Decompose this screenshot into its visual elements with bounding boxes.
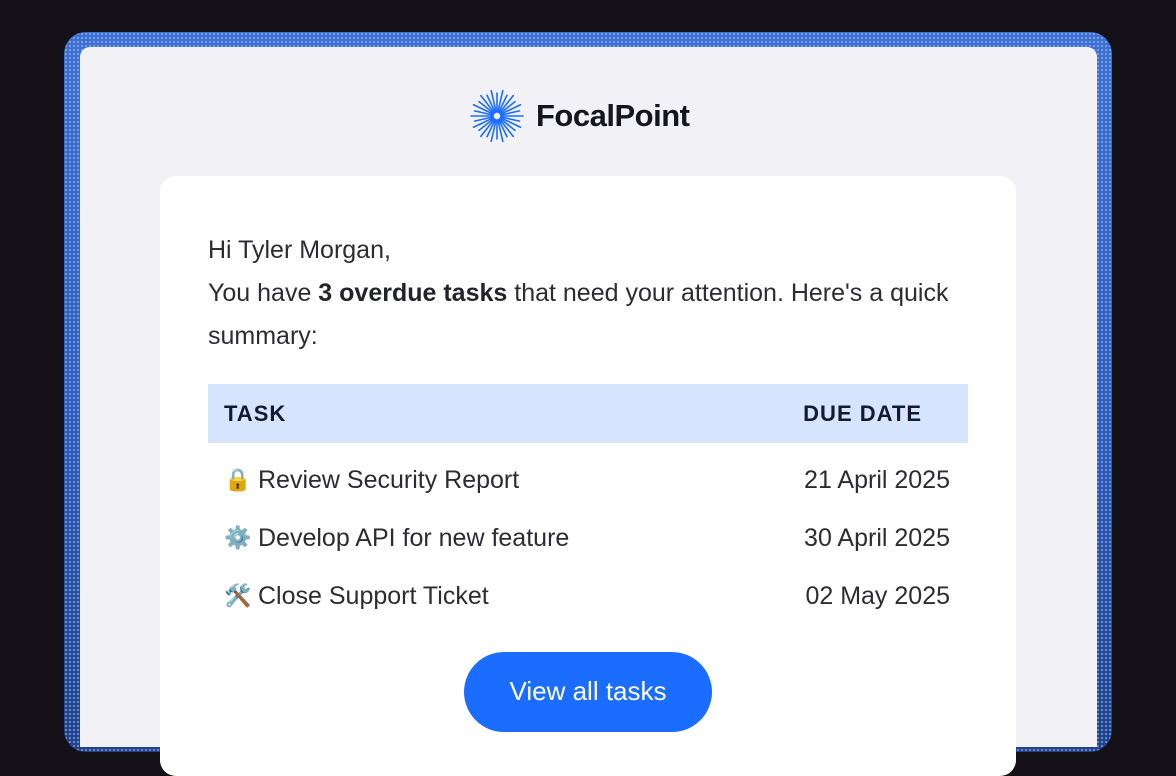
task-cell: 🔒 Review Security Report (224, 466, 519, 495)
table-row: ⚙️ Develop API for new feature 30 April 20… (208, 509, 968, 567)
due-date: 30 April 2025 (804, 523, 950, 552)
message-prefix: You have (208, 279, 319, 307)
overdue-count: 3 overdue tasks (318, 279, 508, 307)
table-row: 🛠️ Close Support Ticket 02 May 2025 (208, 567, 968, 625)
task-name: Develop API for new feature (258, 523, 570, 552)
overdue-message: You have 3 overdue tasks that need your … (208, 272, 978, 358)
task-name: Review Security Report (258, 465, 520, 494)
tools-icon: 🛠️ (224, 583, 252, 608)
due-date-column-header: DUE DATE (803, 400, 922, 426)
table-row: 🔒 Review Security Report 21 April 2025 (208, 451, 968, 509)
gear-icon: ⚙️ (224, 525, 252, 550)
brand-name: FocalPoint (536, 98, 690, 133)
starburst-icon (470, 89, 524, 143)
due-date: 02 May 2025 (805, 581, 950, 610)
task-cell: 🛠️ Close Support Ticket (224, 582, 489, 611)
due-date: 21 April 2025 (804, 465, 950, 494)
task-name: Close Support Ticket (258, 581, 489, 610)
task-cell: ⚙️ Develop API for new feature (224, 524, 569, 553)
lock-icon: 🔒 (224, 467, 252, 492)
task-column-header: TASK (224, 400, 287, 426)
tasks-table: TASK DUE DATE 🔒 Review Security Report 21 … (208, 384, 968, 625)
brand-header: FocalPoint (470, 88, 690, 144)
email-card: Hi Tyler Morgan, You have 3 overdue task… (160, 176, 1016, 776)
table-header: TASK DUE DATE (208, 384, 968, 443)
view-all-tasks-button[interactable]: View all tasks (464, 652, 712, 732)
greeting-text: Hi Tyler Morgan, (208, 236, 391, 264)
